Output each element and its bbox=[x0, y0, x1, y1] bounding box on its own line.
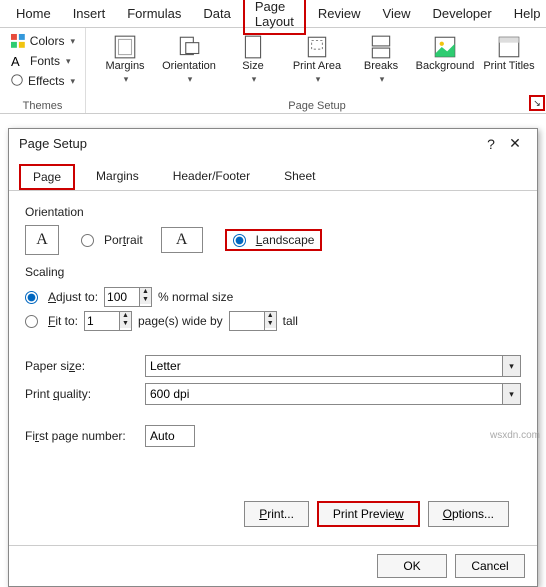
dialog-footer: OK Cancel bbox=[9, 545, 537, 586]
margins-label: Margins bbox=[105, 60, 144, 73]
dialog-tab-sheet[interactable]: Sheet bbox=[271, 164, 328, 190]
first-page-input[interactable] bbox=[145, 425, 195, 447]
svg-text:A: A bbox=[11, 54, 20, 69]
fit-mid-label: page(s) wide by bbox=[138, 314, 223, 328]
dialog-tab-margins[interactable]: Margins bbox=[83, 164, 152, 190]
paper-size-label: Paper size: bbox=[25, 359, 135, 373]
ribbon-body: Colors▾ A Fonts▾ Effects▾ Themes Margins… bbox=[0, 28, 546, 114]
first-page-label: First page number: bbox=[25, 429, 135, 443]
effects-icon bbox=[10, 73, 24, 89]
breaks-label: Breaks bbox=[364, 60, 398, 73]
spin-up-icon[interactable]: ▲ bbox=[120, 312, 131, 320]
tab-help[interactable]: Help bbox=[504, 2, 546, 25]
print-area-label: Print Area bbox=[293, 60, 341, 73]
print-button[interactable]: Print... bbox=[244, 501, 309, 527]
page-setup-dialog: Page Setup ? ✕ Page Margins Header/Foote… bbox=[8, 128, 538, 587]
themes-fonts-label: Fonts bbox=[30, 54, 60, 68]
size-label: Size bbox=[242, 60, 263, 73]
fit-to-radio[interactable]: Fit to: bbox=[25, 314, 78, 328]
chevron-down-icon: ▾ bbox=[316, 73, 321, 86]
spin-up-icon[interactable]: ▲ bbox=[140, 288, 151, 296]
tab-home[interactable]: Home bbox=[6, 2, 61, 25]
dialog-tab-header-footer[interactable]: Header/Footer bbox=[160, 164, 263, 190]
tab-insert[interactable]: Insert bbox=[63, 2, 116, 25]
spin-down-icon[interactable]: ▼ bbox=[120, 320, 131, 328]
group-themes: Colors▾ A Fonts▾ Effects▾ Themes bbox=[0, 28, 86, 113]
breaks-button[interactable]: Breaks▾ bbox=[352, 32, 410, 88]
fit-tail-label: tall bbox=[283, 314, 298, 328]
watermark: wsxdn.com bbox=[490, 430, 540, 441]
adjust-to-suffix: % normal size bbox=[158, 290, 233, 304]
spin-down-icon[interactable]: ▼ bbox=[265, 320, 276, 328]
fonts-icon: A bbox=[10, 53, 26, 69]
print-preview-button[interactable]: Print Preview bbox=[317, 501, 420, 527]
paper-size-combo[interactable]: ▾ bbox=[145, 355, 521, 377]
spin-up-icon[interactable]: ▲ bbox=[265, 312, 276, 320]
print-titles-label: Print Titles bbox=[483, 60, 534, 73]
cancel-button[interactable]: Cancel bbox=[455, 554, 525, 578]
tab-developer[interactable]: Developer bbox=[422, 2, 501, 25]
chevron-down-icon: ▾ bbox=[66, 56, 71, 67]
chevron-down-icon: ▾ bbox=[188, 73, 193, 86]
chevron-down-icon: ▾ bbox=[70, 36, 75, 47]
tab-view[interactable]: View bbox=[373, 2, 421, 25]
themes-colors[interactable]: Colors ▾ bbox=[8, 32, 77, 50]
chevron-down-icon: ▾ bbox=[70, 76, 75, 87]
themes-colors-label: Colors bbox=[30, 34, 65, 48]
print-titles-button[interactable]: Print Titles bbox=[480, 32, 538, 88]
themes-fonts[interactable]: A Fonts ▾ bbox=[8, 52, 77, 70]
page-setup-launcher[interactable]: ↘ bbox=[529, 95, 545, 111]
group-themes-label: Themes bbox=[0, 100, 85, 112]
adjust-to-spinner[interactable]: ▲▼ bbox=[104, 287, 152, 307]
dialog-close-button[interactable]: ✕ bbox=[503, 135, 527, 152]
print-area-button[interactable]: Print Area▾ bbox=[288, 32, 346, 88]
spin-down-icon[interactable]: ▼ bbox=[140, 296, 151, 304]
print-quality-label: Print quality: bbox=[25, 387, 135, 401]
chevron-down-icon[interactable]: ▾ bbox=[503, 355, 521, 377]
themes-effects-label: Effects bbox=[28, 74, 64, 88]
dialog-help-button[interactable]: ? bbox=[479, 136, 503, 152]
orientation-button[interactable]: Orientation▾ bbox=[160, 32, 218, 88]
chevron-down-icon[interactable]: ▾ bbox=[503, 383, 521, 405]
chevron-down-icon: ▾ bbox=[252, 73, 257, 86]
tab-review[interactable]: Review bbox=[308, 2, 371, 25]
background-label: Background bbox=[416, 60, 475, 73]
dialog-body: Orientation A Portrait A Landscape Scali… bbox=[9, 191, 537, 545]
tab-data[interactable]: Data bbox=[193, 2, 240, 25]
ok-button[interactable]: OK bbox=[377, 554, 447, 578]
colors-icon bbox=[10, 33, 26, 49]
fit-wide-spinner[interactable]: ▲▼ bbox=[84, 311, 132, 331]
portrait-radio[interactable]: Portrait bbox=[81, 233, 143, 247]
adjust-to-radio[interactable]: Adjust to: bbox=[25, 290, 98, 304]
landscape-icon: A bbox=[161, 227, 203, 253]
group-page-setup-label: Page Setup bbox=[86, 100, 546, 112]
landscape-radio[interactable]: Landscape bbox=[233, 233, 315, 247]
print-quality-combo[interactable]: ▾ bbox=[145, 383, 521, 405]
fit-tall-spinner[interactable]: ▲▼ bbox=[229, 311, 277, 331]
options-button[interactable]: Options... bbox=[428, 501, 509, 527]
themes-effects[interactable]: Effects ▾ bbox=[8, 72, 77, 90]
background-button[interactable]: Background bbox=[416, 32, 474, 88]
tab-formulas[interactable]: Formulas bbox=[117, 2, 191, 25]
dialog-titlebar: Page Setup ? ✕ bbox=[9, 129, 537, 158]
margins-button[interactable]: Margins▾ bbox=[96, 32, 154, 88]
orientation-label: Orientation bbox=[162, 60, 216, 73]
group-page-setup: Margins▾ Orientation▾ Size▾ Print Area▾ … bbox=[86, 28, 546, 113]
orientation-section-label: Orientation bbox=[25, 205, 521, 219]
ribbon-tabs: Home Insert Formulas Data Page Layout Re… bbox=[0, 0, 546, 28]
dialog-tabs: Page Margins Header/Footer Sheet bbox=[9, 158, 537, 191]
size-button[interactable]: Size▾ bbox=[224, 32, 282, 88]
portrait-icon: A bbox=[25, 225, 59, 255]
dialog-tab-page[interactable]: Page bbox=[19, 164, 75, 190]
chevron-down-icon: ▾ bbox=[124, 73, 129, 86]
dialog-title: Page Setup bbox=[19, 136, 479, 151]
scaling-section-label: Scaling bbox=[25, 265, 521, 279]
chevron-down-icon: ▾ bbox=[380, 73, 385, 86]
